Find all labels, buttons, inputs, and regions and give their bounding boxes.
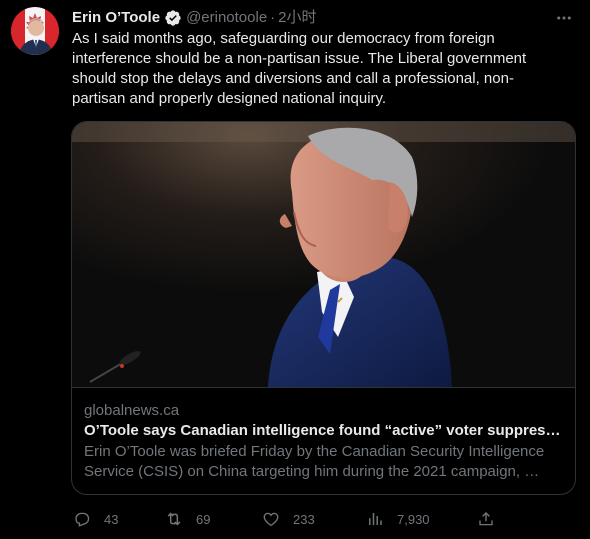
avatar[interactable]: [11, 7, 59, 55]
retweet-count: 69: [196, 511, 211, 527]
link-card[interactable]: globalnews.ca O’Toole says Canadian inte…: [71, 121, 576, 495]
author-name[interactable]: Erin O’Toole: [72, 8, 160, 28]
reply-count: 43: [104, 511, 119, 527]
share-icon: [476, 509, 496, 529]
tweet-header: Erin O’Toole @erinotoole · 2小时: [72, 8, 317, 28]
views-count: 7,930: [397, 511, 430, 527]
heart-icon: [261, 509, 281, 529]
retweet-icon: [164, 509, 184, 529]
card-divider: [72, 387, 575, 388]
verified-badge-icon: [164, 9, 182, 27]
tweet-timestamp[interactable]: 2小时: [278, 8, 316, 28]
tweet: Erin O’Toole @erinotoole · 2小时 As I said…: [0, 0, 590, 539]
card-description: Erin O’Toole was briefed Friday by the C…: [84, 443, 545, 480]
like-count: 233: [293, 511, 315, 527]
tweet-text: As I said months ago, safeguarding our d…: [72, 30, 527, 107]
like-button[interactable]: 233: [261, 507, 315, 531]
card-image: [72, 122, 575, 387]
header-separator: ·: [270, 9, 276, 26]
retweet-button[interactable]: 69: [164, 507, 210, 531]
card-title: O’Toole says Canadian intelligence found…: [84, 422, 566, 439]
views-icon: [365, 509, 385, 529]
reply-icon: [72, 509, 92, 529]
author-handle[interactable]: @erinotoole: [186, 8, 267, 28]
card-domain: globalnews.ca: [84, 402, 180, 419]
reply-button[interactable]: 43: [72, 507, 118, 531]
more-icon[interactable]: [552, 6, 576, 30]
tweet-actions: 43 69 233 7,930: [72, 507, 502, 531]
share-button[interactable]: [476, 507, 496, 531]
views-button[interactable]: 7,930: [365, 507, 430, 531]
